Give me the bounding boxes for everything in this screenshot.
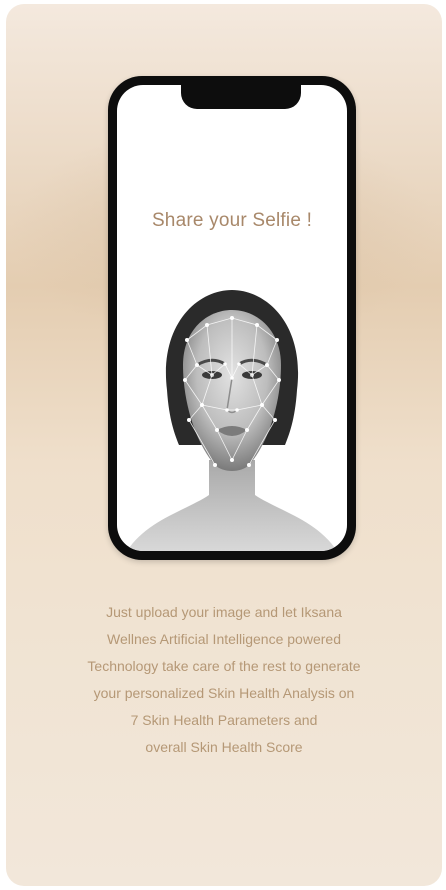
description-line: Just upload your image and let Iksana: [106, 604, 342, 620]
description-line: Wellnes Artificial Intelligence powered: [107, 631, 341, 647]
description-line: 7 Skin Health Parameters and: [130, 712, 318, 728]
description-line: overall Skin Health Score: [145, 739, 303, 755]
description-line: Technology take care of the rest to gene…: [87, 658, 361, 674]
phone-notch: [181, 85, 301, 109]
face-mesh-image: [127, 290, 337, 551]
feature-card: Share your Selfie ! Just upload your ima…: [6, 4, 442, 886]
description-line: your personalized Skin Health Analysis o…: [93, 685, 355, 701]
phone-screen: Share your Selfie !: [117, 85, 347, 551]
screen-title: Share your Selfie !: [151, 210, 313, 231]
description-text: Just upload your image and let Iksana We…: [46, 599, 402, 761]
phone-mockup: Share your Selfie !: [108, 76, 356, 560]
